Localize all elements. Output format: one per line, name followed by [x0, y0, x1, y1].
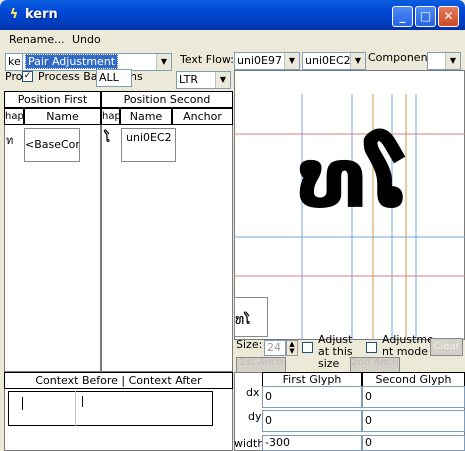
preview-thumbnail: ທໂ — [234, 297, 268, 337]
first-anchor-button[interactable]: 1st Anch — [236, 357, 286, 373]
app-icon: ϟ — [9, 7, 19, 22]
right-row-name[interactable]: uni0EC2 — [121, 128, 176, 162]
right-col-anchor-header[interactable]: Anchor — [172, 108, 233, 125]
subtable-dropdown-arrow-icon[interactable]: ▼ — [156, 54, 171, 70]
text-flow-dropdown-arrow-icon[interactable]: ▼ — [215, 72, 230, 88]
left-row-shape[interactable]: ท — [6, 131, 22, 159]
process-base-checkbox[interactable]: ✓ — [22, 71, 33, 82]
dx-label: dx — [246, 386, 260, 399]
second-glyph-dropdown-arrow-icon[interactable]: ▼ — [350, 53, 365, 69]
adjustment-mode-checkbox[interactable] — [366, 342, 377, 353]
dy-second-field[interactable]: 0 — [362, 410, 465, 432]
left-col-name-header[interactable]: Name — [24, 108, 101, 125]
preview-glyph-pair: ທໂ — [298, 129, 411, 227]
position-second-title: Position Second — [101, 91, 233, 108]
close-button[interactable]: ✕ — [438, 6, 459, 27]
component-label: Component: — [368, 51, 436, 64]
lookup-combo[interactable]: ke — [5, 53, 23, 71]
left-row-name[interactable]: <BaseCon — [24, 128, 80, 162]
width-second-field[interactable]: 0 — [362, 435, 465, 451]
context-before-caret — [22, 397, 23, 410]
right-col-shape-header[interactable]: hap — [101, 108, 120, 125]
clear-button[interactable]: Clear — [430, 338, 463, 356]
menu-undo[interactable]: Undo — [72, 33, 101, 46]
size-input[interactable]: 24 — [264, 340, 286, 356]
script-combo[interactable]: ALL — [96, 69, 132, 87]
size-label: Size: — [236, 338, 263, 351]
position-first-title: Position First — [4, 91, 101, 108]
subtable-value: Pair Adjustment — [25, 54, 119, 69]
dx-first-field[interactable]: 0 — [262, 386, 362, 408]
right-col-name-header[interactable]: Name — [120, 108, 172, 125]
adjust-at-size-checkbox[interactable] — [302, 342, 313, 353]
width-label: width — [234, 437, 265, 450]
menu-rename[interactable]: Rename... — [9, 33, 65, 46]
left-col-shape-header[interactable]: hap — [4, 108, 24, 125]
width-first-field[interactable]: -300 — [262, 435, 362, 451]
context-field[interactable] — [8, 391, 213, 426]
context-divider — [75, 391, 76, 426]
dy-label: dy — [248, 410, 262, 423]
right-row-shape[interactable]: ໂ — [104, 130, 118, 158]
first-glyph-header: First Glyph — [262, 372, 362, 387]
process-base-label: Process Ba — [38, 70, 96, 83]
process-prefix-label: Pro — [5, 70, 23, 83]
dy-first-field[interactable]: 0 — [262, 410, 362, 432]
context-title: Context Before | Context After — [4, 372, 233, 389]
window-title: kern — [25, 7, 58, 22]
dx-second-field[interactable]: 0 — [362, 386, 465, 408]
text-flow-label: Text Flow: — [180, 53, 234, 66]
context-after-caret — [82, 396, 83, 407]
component-dropdown-arrow-icon[interactable]: ▼ — [445, 53, 460, 69]
adjustment-mode-label: Adjustme nt mode — [382, 333, 434, 358]
minimize-button[interactable]: _ — [392, 6, 413, 27]
first-glyph-dropdown-arrow-icon[interactable]: ▼ — [284, 53, 299, 69]
second-glyph-header: Second Glyph — [362, 372, 465, 387]
maximize-button[interactable]: □ — [415, 6, 436, 27]
size-spinner[interactable]: ▲ ▼ — [286, 340, 298, 356]
menu-bar — [0, 30, 465, 50]
second-anchor-button[interactable]: 2nd Anch — [350, 357, 400, 373]
